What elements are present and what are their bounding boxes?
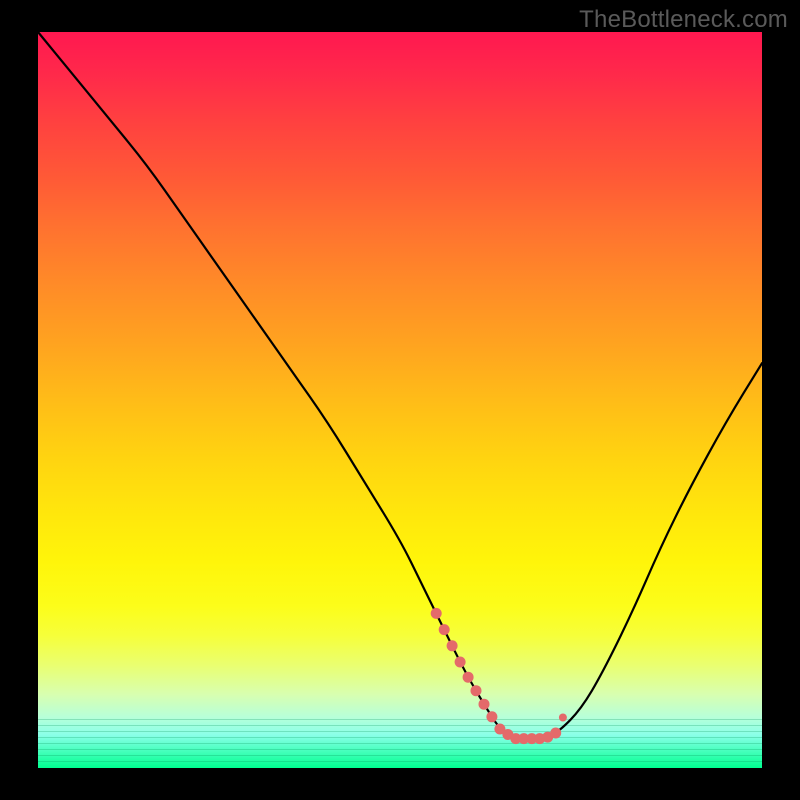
highlight-dots	[431, 608, 567, 744]
highlight-dot	[447, 640, 458, 651]
highlight-dot	[439, 624, 450, 635]
highlight-dot	[431, 608, 442, 619]
highlight-dot	[463, 672, 474, 683]
chart-svg	[38, 32, 762, 768]
chart-plot-area	[38, 32, 762, 768]
highlight-dot	[550, 728, 561, 739]
highlight-dot	[479, 699, 490, 710]
highlight-dot	[471, 685, 482, 696]
watermark-text: TheBottleneck.com	[579, 6, 788, 34]
highlight-dot	[486, 711, 497, 722]
highlight-dot-outlier	[559, 714, 567, 722]
highlight-dot	[455, 657, 466, 668]
bottleneck-curve-line	[38, 32, 762, 739]
